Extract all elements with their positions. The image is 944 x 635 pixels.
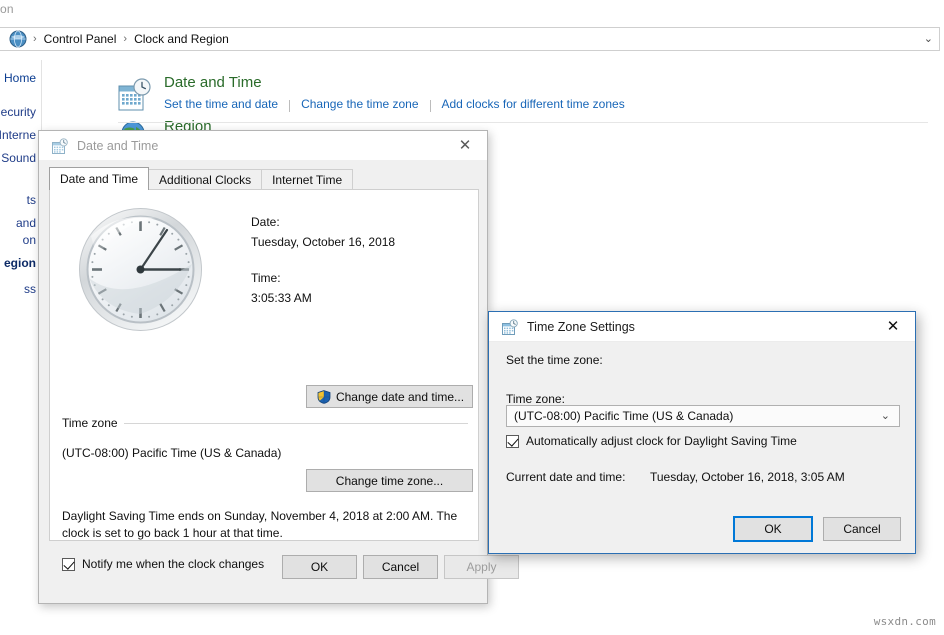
date-and-time-icon <box>52 137 68 154</box>
breadcrumb-control-panel[interactable]: Control Panel <box>42 32 119 46</box>
screen: on › Control Panel › Clock and Region ⌄ … <box>0 0 944 635</box>
control-panel-globe-icon <box>8 29 28 49</box>
control-panel-nav: l Home ecurity Interne d Sound ts and on… <box>0 60 42 310</box>
checkbox-icon[interactable] <box>506 434 519 448</box>
watermark: wsxdn.com <box>873 615 936 628</box>
date-and-time-tabs: Date and Time Additional Clocks Internet… <box>49 167 479 190</box>
nav-item-ease-of-access[interactable]: ss <box>24 282 36 296</box>
analog-clock <box>77 206 204 333</box>
address-bar-right-edge <box>939 27 944 51</box>
window-title-partial: on <box>0 2 14 16</box>
time-value: 3:05:33 AM <box>251 291 312 305</box>
time-zone-ok-button[interactable]: OK <box>733 516 813 542</box>
breadcrumb-clock-and-region[interactable]: Clock and Region <box>132 32 231 46</box>
address-dropdown-icon[interactable]: ⌄ <box>924 33 933 45</box>
date-and-time-tab-panel: Date: Tuesday, October 16, 2018 Time: 3:… <box>49 189 479 571</box>
date-and-time-dialog: Date and Time ✕ Date and Time Additional… <box>38 130 519 604</box>
date-value: Tuesday, October 16, 2018 <box>251 235 396 249</box>
tab-additional-clocks[interactable]: Additional Clocks <box>148 169 263 190</box>
link-set-the-time-and-date[interactable]: Set the time and date <box>164 97 278 111</box>
link-divider-2 <box>429 100 431 112</box>
nav-item-hardware-sound[interactable]: d Sound <box>0 151 36 165</box>
apply-button: Apply <box>444 555 519 579</box>
link-change-the-time-zone[interactable]: Change the time zone <box>301 97 418 111</box>
nav-item-clock-region[interactable]: egion <box>4 256 36 270</box>
nav-item-security[interactable]: ecurity <box>1 105 36 119</box>
date-and-time-icon <box>118 78 154 112</box>
nav-item-accounts[interactable]: and <box>16 216 36 230</box>
notify-clock-changes-label: Notify me when the clock changes <box>82 557 265 571</box>
date-and-time-dialog-titlebar[interactable]: Date and Time ✕ <box>39 131 487 161</box>
time-zone-settings-title: Time Zone Settings <box>527 319 635 334</box>
time-zone-select-value: (UTC-08:00) Pacific Time (US & Canada) <box>514 409 734 423</box>
nav-item-programs[interactable]: ts <box>27 193 36 207</box>
auto-adjust-dst-label: Automatically adjust clock for Daylight … <box>526 434 797 448</box>
time-zone-group-label: Time zone <box>62 416 124 430</box>
cancel-button-label: Cancel <box>381 560 420 574</box>
current-date-time-label: Current date and time: <box>506 470 626 484</box>
tab-panel-top-mask <box>50 189 130 190</box>
tab-internet-time[interactable]: Internet Time <box>261 169 354 190</box>
change-time-zone-button[interactable]: Change time zone... <box>306 469 473 492</box>
time-zone-settings-dialog: Time Zone Settings ✕ Set the time zone: … <box>488 311 916 554</box>
time-zone-cancel-label: Cancel <box>843 522 881 536</box>
uac-shield-icon <box>317 389 331 404</box>
close-icon[interactable]: ✕ <box>871 312 915 341</box>
date-label: Date: <box>251 215 280 229</box>
address-bar[interactable]: › Control Panel › Clock and Region ⌄ <box>0 27 944 51</box>
ok-button-label: OK <box>310 560 329 574</box>
cancel-button[interactable]: Cancel <box>363 555 438 579</box>
change-time-zone-button-label: Change time zone... <box>335 473 444 488</box>
tab-date-and-time[interactable]: Date and Time <box>49 167 150 190</box>
nav-item-home[interactable]: l Home <box>0 71 36 85</box>
time-zone-settings-titlebar[interactable]: Time Zone Settings ✕ <box>489 312 915 342</box>
chevron-down-icon[interactable]: ⌄ <box>881 410 890 422</box>
daylight-saving-note: Daylight Saving Time ends on Sunday, Nov… <box>62 509 458 540</box>
date-and-time-icon <box>502 318 518 335</box>
current-time-zone-value: (UTC-08:00) Pacific Time (US & Canada) <box>62 446 282 460</box>
change-date-and-time-button-label: Change date and time... <box>335 389 465 404</box>
time-zone-cancel-button[interactable]: Cancel <box>823 517 901 541</box>
checkbox-icon[interactable] <box>62 557 75 571</box>
time-label: Time: <box>251 271 281 285</box>
nav-item-internet[interactable]: Interne <box>0 128 36 142</box>
auto-adjust-dst-checkbox[interactable]: Automatically adjust clock for Daylight … <box>506 434 797 448</box>
apply-button-label: Apply <box>466 560 497 574</box>
close-icon[interactable]: ✕ <box>443 131 487 160</box>
date-and-time-dialog-title: Date and Time <box>77 138 159 153</box>
link-add-clocks[interactable]: Add clocks for different time zones <box>442 97 625 111</box>
link-divider-1 <box>289 100 291 112</box>
nav-item-personalize[interactable]: on <box>23 233 36 247</box>
ok-button[interactable]: OK <box>282 555 357 579</box>
category-links-date-and-time: Set the time and date Change the time zo… <box>164 97 625 112</box>
category-title-date-and-time[interactable]: Date and Time <box>164 74 262 91</box>
time-zone-select[interactable]: (UTC-08:00) Pacific Time (US & Canada) ⌄ <box>506 405 900 427</box>
category-separator <box>118 122 928 123</box>
current-date-time-value: Tuesday, October 16, 2018, 3:05 AM <box>650 470 845 484</box>
time-zone-ok-label: OK <box>764 522 782 536</box>
time-zone-label: Time zone: <box>506 392 565 406</box>
breadcrumb-separator-1: › <box>123 33 128 45</box>
notify-clock-changes-checkbox[interactable]: Notify me when the clock changes <box>62 557 264 571</box>
change-date-and-time-button[interactable]: Change date and time... <box>306 385 473 408</box>
set-time-zone-label: Set the time zone: <box>506 353 603 367</box>
breadcrumb-separator-0: › <box>33 33 37 45</box>
